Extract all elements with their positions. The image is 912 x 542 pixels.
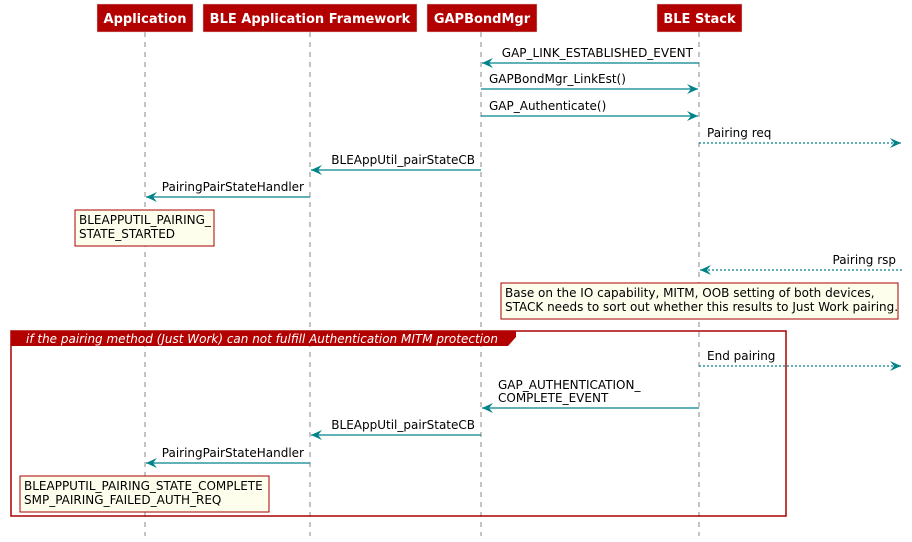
participant-label: BLE Application Framework xyxy=(210,12,411,27)
participant-gbm[interactable]: GAPBondMgr xyxy=(426,3,538,33)
message-label: BLEAppUtil_pairStateCB xyxy=(331,153,475,167)
message-label: Pairing rsp xyxy=(833,253,897,267)
message-label: End pairing xyxy=(707,349,775,363)
participant-app[interactable]: Application xyxy=(96,3,194,33)
message-6[interactable]: Pairing rsp xyxy=(700,253,902,275)
note-text: SMP_PAIRING_FAILED_AUTH_REQ xyxy=(24,493,221,507)
message-1[interactable]: GAPBondMgr_LinkEst() xyxy=(481,72,698,94)
participant-stack[interactable]: BLE Stack xyxy=(656,3,743,33)
message-label: GAP_AUTHENTICATION_ xyxy=(498,378,641,392)
message-2[interactable]: GAP_Authenticate() xyxy=(481,99,698,121)
message-4[interactable]: BLEAppUtil_pairStateCB xyxy=(311,153,481,175)
frame-label: if the pairing method (Just Work) can no… xyxy=(26,332,498,346)
participant-label: GAPBondMgr xyxy=(434,12,531,27)
message-7[interactable]: End pairing xyxy=(699,349,901,371)
message-label: PairingPairStateHandler xyxy=(162,446,304,460)
note-text: STACK needs to sort out whether this res… xyxy=(505,300,898,314)
message-5[interactable]: PairingPairStateHandler xyxy=(146,180,310,202)
message-3[interactable]: Pairing req xyxy=(699,126,901,148)
message-8[interactable]: GAP_AUTHENTICATION_COMPLETE_EVENT xyxy=(482,378,699,413)
note-text: BLEAPPUTIL_PAIRING_STATE_COMPLETE xyxy=(24,479,263,493)
message-label: GAP_Authenticate() xyxy=(489,99,606,113)
message-0[interactable]: GAP_LINK_ESTABLISHED_EVENT xyxy=(482,46,699,68)
note-text: BLEAPPUTIL_PAIRING_ xyxy=(79,213,212,227)
note-text: STATE_STARTED xyxy=(79,227,175,241)
message-label: Pairing req xyxy=(707,126,771,140)
message-label: COMPLETE_EVENT xyxy=(498,391,609,405)
note-text: Base on the IO capability, MITM, OOB set… xyxy=(505,286,875,300)
participant-label: BLE Stack xyxy=(663,12,736,27)
participant-label: Application xyxy=(104,12,187,27)
sequence-diagram: if the pairing method (Just Work) can no… xyxy=(10,3,902,536)
note-0: BLEAPPUTIL_PAIRING_STATE_STARTED xyxy=(74,209,215,247)
participant-fw[interactable]: BLE Application Framework xyxy=(202,3,418,33)
message-label: GAP_LINK_ESTABLISHED_EVENT xyxy=(502,46,694,60)
note-1: Base on the IO capability, MITM, OOB set… xyxy=(500,282,899,320)
message-10[interactable]: PairingPairStateHandler xyxy=(146,446,310,468)
message-label: BLEAppUtil_pairStateCB xyxy=(331,418,475,432)
message-label: GAPBondMgr_LinkEst() xyxy=(489,72,626,86)
message-label: PairingPairStateHandler xyxy=(162,180,304,194)
message-9[interactable]: BLEAppUtil_pairStateCB xyxy=(311,418,481,440)
note-2: BLEAPPUTIL_PAIRING_STATE_COMPLETESMP_PAI… xyxy=(19,475,270,513)
